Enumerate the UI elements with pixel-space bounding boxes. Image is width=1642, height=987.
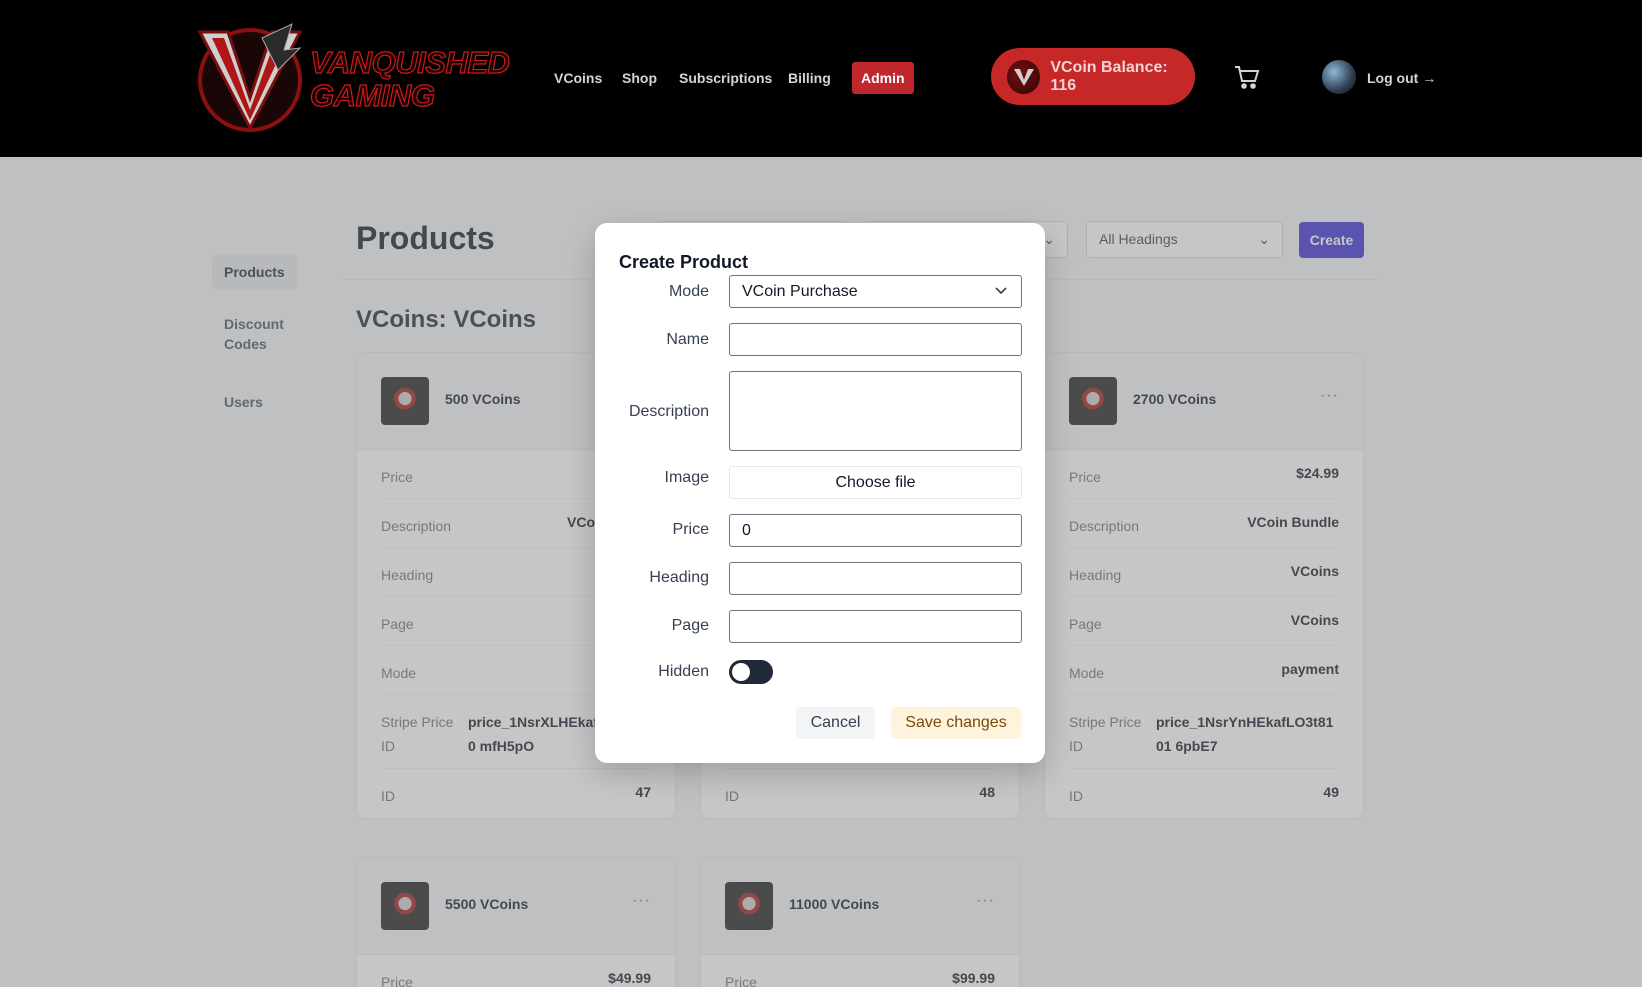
heading-label: Heading <box>649 569 709 586</box>
vcoin-balance-label: VCoin Balance: 116 <box>1050 58 1168 94</box>
hidden-toggle[interactable] <box>729 660 773 684</box>
price-label: Price <box>672 521 709 538</box>
modal-title: Create Product <box>619 252 749 272</box>
image-label: Image <box>664 469 709 486</box>
description-label: Description <box>628 403 709 420</box>
cart-icon[interactable] <box>1233 64 1261 90</box>
chevron-down-icon <box>995 287 1007 295</box>
toggle-knob <box>732 663 750 681</box>
mode-label: Mode <box>668 283 709 300</box>
vcoin-balance-button[interactable]: VCoin Balance: 116 <box>991 48 1195 105</box>
nav-subscriptions[interactable]: Subscriptions <box>679 62 772 94</box>
create-product-modal: Create Product Mode VCoin Purchase Name … <box>595 223 1045 763</box>
mode-select[interactable]: VCoin Purchase <box>729 275 1022 308</box>
vanquished-gaming-logo[interactable]: VANQUISHED GAMING <box>192 20 511 136</box>
page-input[interactable] <box>729 610 1022 643</box>
mode-select-value: VCoin Purchase <box>742 283 858 300</box>
hidden-label: Hidden <box>658 663 709 680</box>
logo-emblem-icon <box>197 23 303 132</box>
save-changes-button[interactable]: Save changes <box>891 707 1021 739</box>
vcoin-icon <box>1007 59 1041 94</box>
price-input[interactable]: 0 <box>729 514 1022 547</box>
choose-file-button[interactable]: Choose file <box>729 466 1022 499</box>
nav-billing[interactable]: Billing <box>788 62 831 94</box>
logout-link[interactable]: Log out → <box>1367 62 1436 94</box>
name-label: Name <box>666 331 709 348</box>
nav-admin[interactable]: Admin <box>852 62 914 94</box>
heading-input[interactable] <box>729 562 1022 595</box>
name-input[interactable] <box>729 323 1022 356</box>
top-navbar: VANQUISHED GAMING VCoins Shop Subscripti… <box>0 0 1642 157</box>
user-avatar[interactable] <box>1322 60 1356 94</box>
logo-wordmark: VANQUISHED GAMING <box>309 45 510 113</box>
description-textarea[interactable] <box>729 371 1022 451</box>
nav-vcoins[interactable]: VCoins <box>554 62 602 94</box>
nav-shop[interactable]: Shop <box>622 62 657 94</box>
cancel-button[interactable]: Cancel <box>796 707 875 739</box>
page-label: Page <box>671 617 709 634</box>
